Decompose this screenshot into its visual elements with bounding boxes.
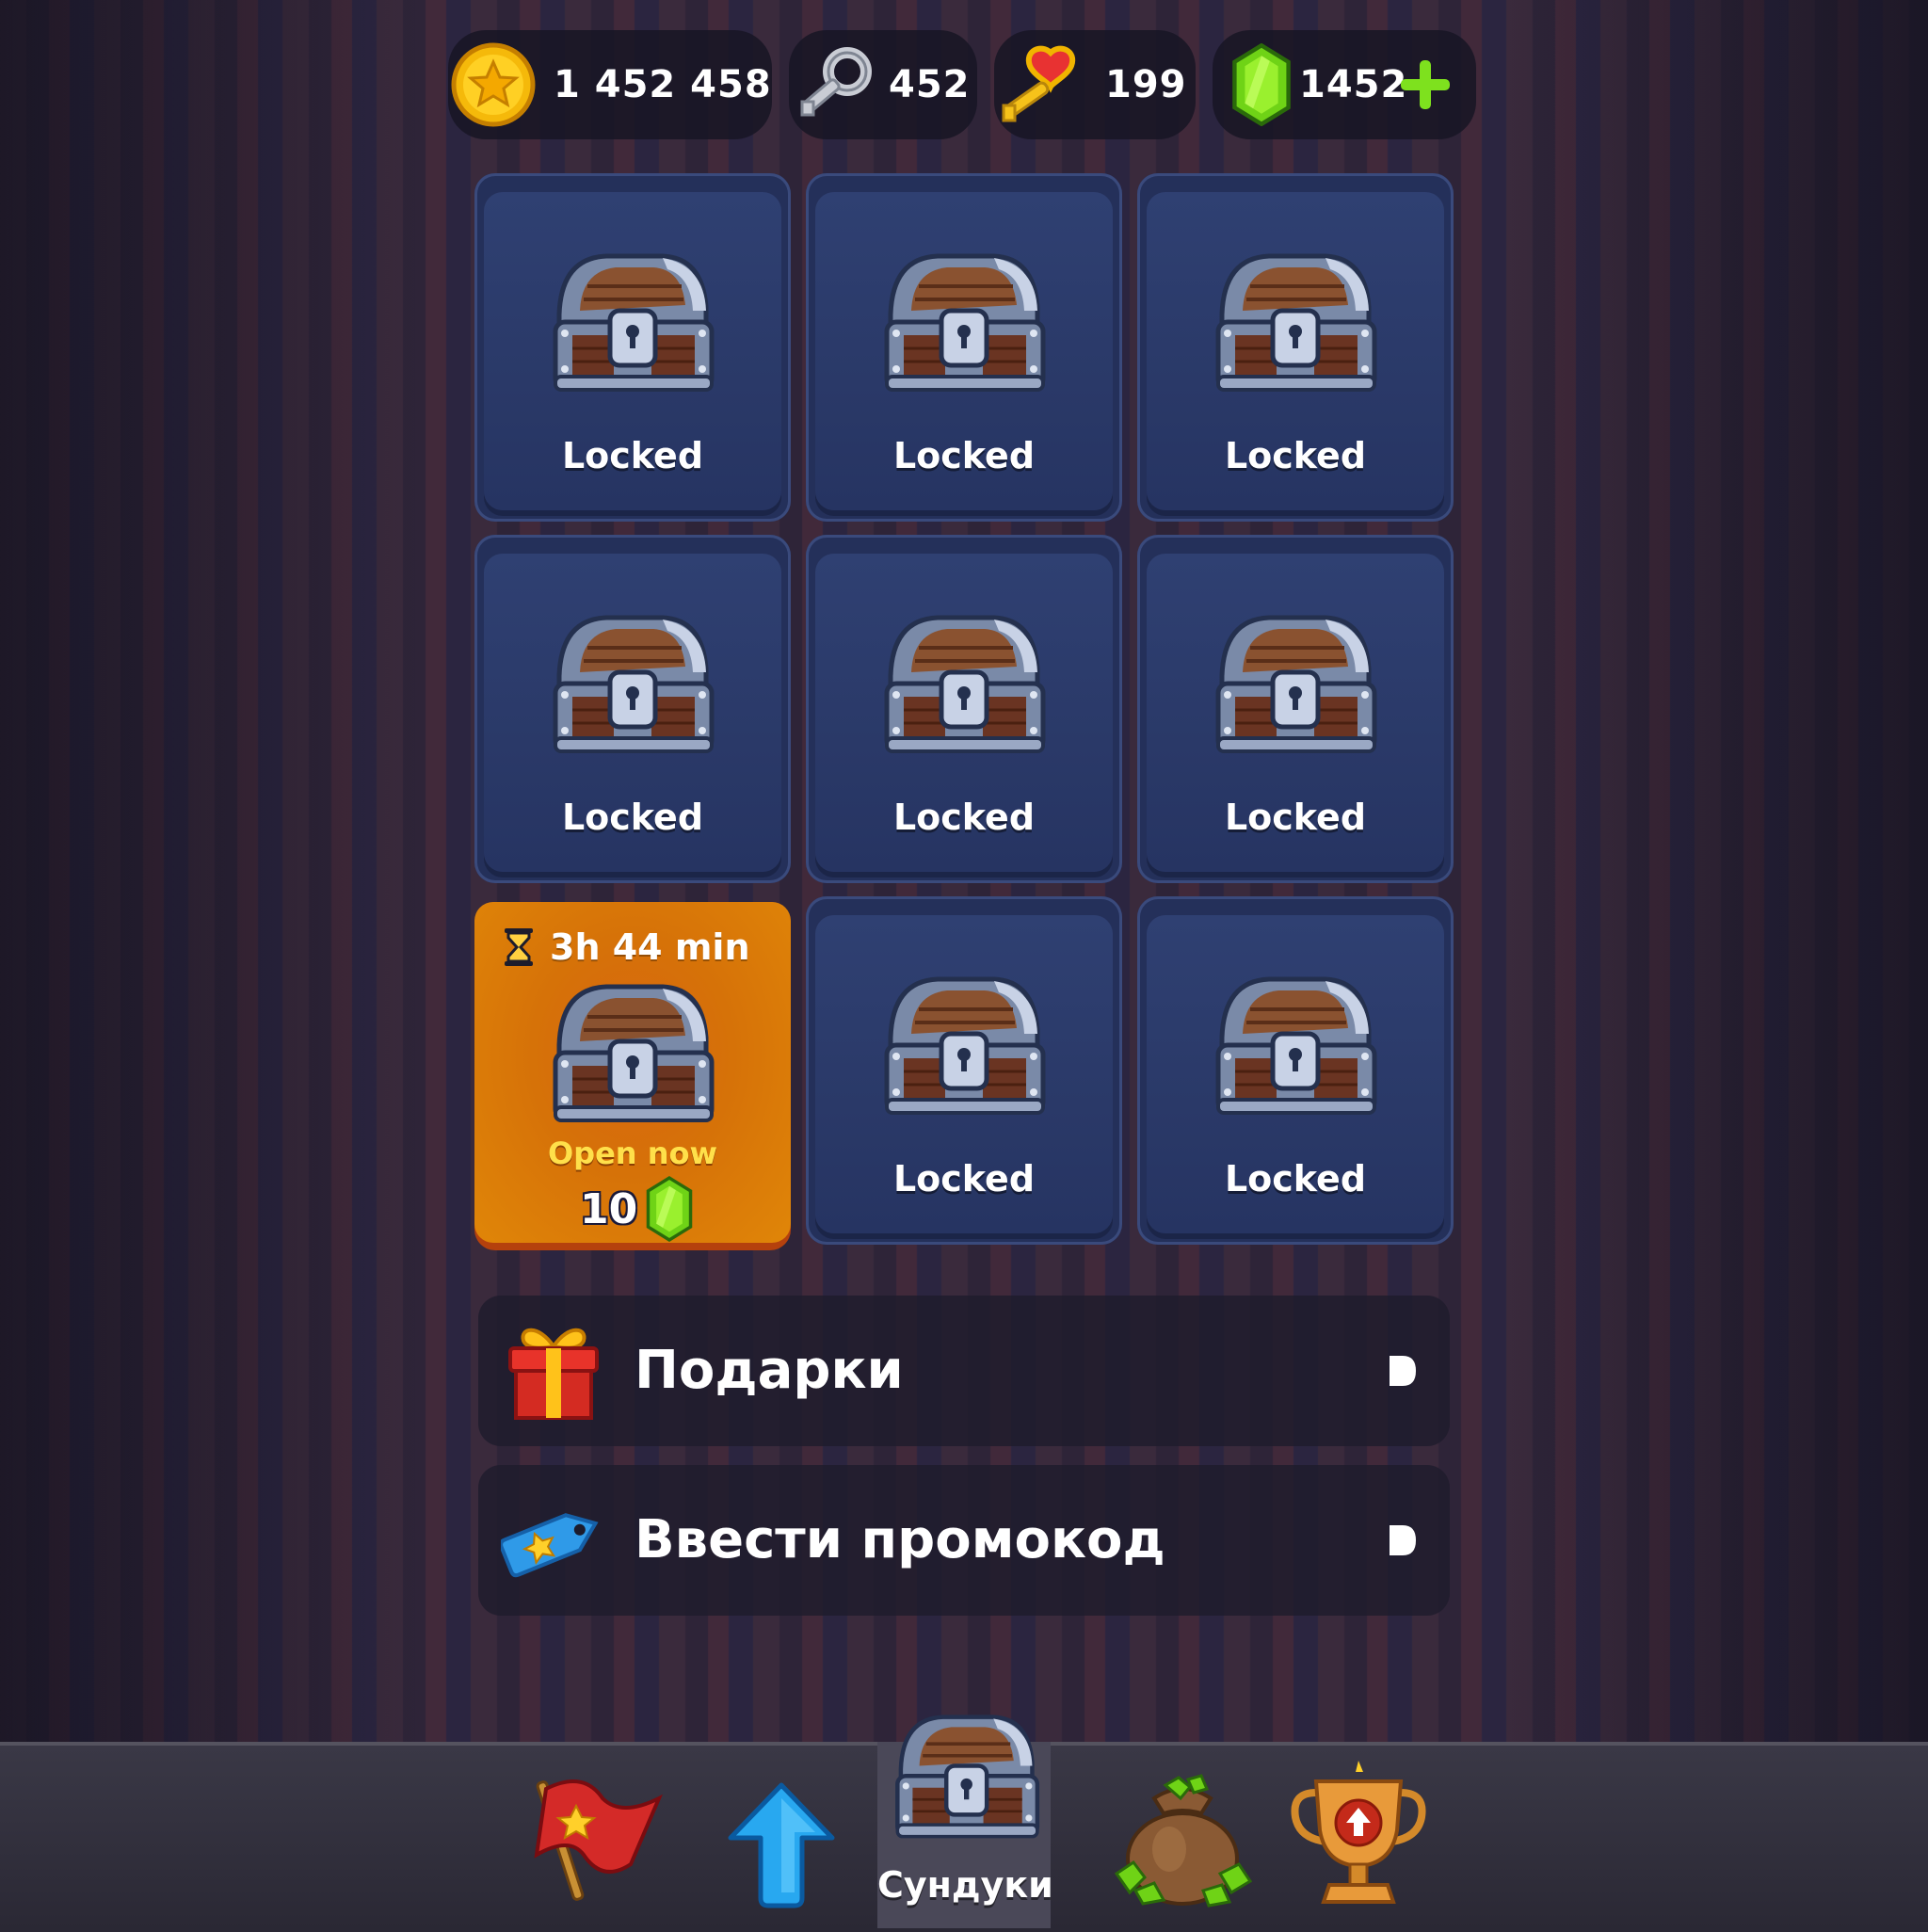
chest-icon (540, 249, 719, 399)
chest-status: Locked (561, 435, 704, 476)
promo-code-label: Ввести промокод (635, 1509, 1165, 1570)
chest-status: Locked (892, 797, 1036, 838)
silver-keys-value: 452 (889, 63, 971, 106)
chevron-right-icon (1390, 1525, 1416, 1555)
open-cost: 10 (580, 1175, 694, 1243)
coins-counter: 1 452 458 (448, 30, 772, 139)
gems-counter: 1452 (1213, 30, 1476, 139)
hourglass-icon (505, 928, 533, 966)
chest-slot-1[interactable]: Locked (474, 173, 791, 522)
nav-item-chests[interactable]: Сундуки (877, 1742, 1053, 1928)
silver-keys-counter: 452 (789, 30, 977, 139)
chest-slot-8[interactable]: Locked (806, 896, 1122, 1245)
green-gem-icon (646, 1176, 693, 1242)
promo-code-row[interactable]: Ввести промокод (478, 1465, 1450, 1616)
plus-icon[interactable] (1401, 60, 1450, 109)
chevron-right-icon (1390, 1356, 1416, 1386)
nav-item-trophy[interactable] (1288, 1742, 1429, 1928)
gift-icon (508, 1328, 599, 1420)
chest-icon (540, 979, 719, 1130)
gems-value: 1452 (1299, 63, 1408, 106)
chest-status: Locked (892, 435, 1036, 476)
chest-status: Locked (1224, 1158, 1367, 1199)
promo-tag-icon (501, 1513, 599, 1578)
chest-status: Locked (561, 797, 704, 838)
heart-keys-counter: 199 (994, 30, 1196, 139)
chest-slot-5[interactable]: Locked (806, 535, 1122, 883)
chest-status: Locked (1224, 435, 1367, 476)
chest-icon (540, 610, 719, 761)
chest-icon (884, 1710, 1044, 1845)
nav-item-upgrade[interactable] (704, 1742, 855, 1928)
chest-slot-2[interactable]: Locked (806, 173, 1122, 522)
blue-arrow-up-icon (728, 1782, 835, 1908)
nav-item-flag[interactable] (508, 1742, 678, 1928)
silver-key-icon (800, 47, 872, 117)
gifts-row[interactable]: Подарки (478, 1296, 1450, 1446)
red-flag-icon (534, 1779, 663, 1901)
gold-star-coin-icon (451, 42, 536, 127)
chest-icon (872, 610, 1051, 761)
chest-status: Locked (1224, 797, 1367, 838)
chest-slot-unlocking[interactable]: 3h 44 min Open now 10 (474, 902, 791, 1250)
chest-slot-3[interactable]: Locked (1137, 173, 1454, 522)
chest-slot-4[interactable]: Locked (474, 535, 791, 883)
heart-key-icon (1002, 45, 1076, 122)
chest-slot-6[interactable]: Locked (1137, 535, 1454, 883)
gifts-label: Подарки (635, 1340, 904, 1401)
chest-status: Locked (892, 1158, 1036, 1199)
chest-slot-9[interactable]: Locked (1137, 896, 1454, 1245)
chest-icon (872, 972, 1051, 1122)
chest-icon (1203, 972, 1382, 1122)
heart-keys-value: 199 (1105, 63, 1187, 106)
gem-bag-icon (1114, 1774, 1253, 1908)
coins-value: 1 452 458 (554, 63, 772, 106)
nav-chests-label: Сундуки (877, 1864, 1053, 1906)
chest-icon (872, 249, 1051, 399)
green-gem-icon (1216, 40, 1307, 130)
timer-text: 3h 44 min (550, 926, 750, 968)
unlock-timer: 3h 44 min (503, 919, 750, 975)
open-cost-value: 10 (580, 1184, 638, 1233)
nav-item-gem-bag[interactable] (1098, 1742, 1267, 1928)
open-now-label: Open now (547, 1135, 718, 1171)
chest-icon (1203, 610, 1382, 761)
trophy-icon (1291, 1761, 1426, 1904)
chest-icon (1203, 249, 1382, 399)
